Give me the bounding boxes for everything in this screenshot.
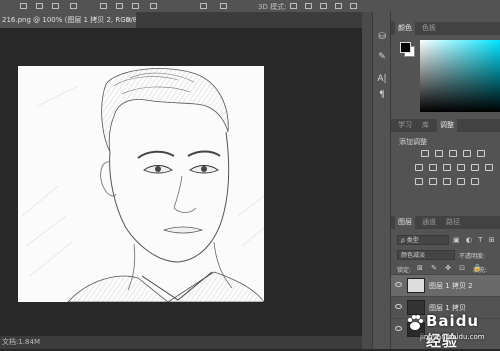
watermark-text: Baidu 经验 [426,312,480,350]
pencil-sketch-portrait-image [18,66,264,302]
photo-filter-icon[interactable] [457,164,465,171]
tab-paths[interactable]: 路径 [443,216,463,229]
3d-rotate-icon[interactable] [290,3,297,9]
paragraph-icon[interactable]: ¶ [377,90,387,100]
gradient-map-icon[interactable] [457,178,465,185]
layer-thumbnail [407,278,425,293]
distribute-icon[interactable] [70,3,77,9]
document-tab[interactable]: 216.png @ 100% (图层 1 拷贝 2, RGB/8) * × [0,12,136,28]
layer-row-selected[interactable]: 图层 1 拷贝 2 [391,274,500,296]
3d-pan-icon[interactable] [320,3,327,9]
color-picker-field[interactable] [420,40,500,112]
3d-mode-label: 3D 模式: [258,3,287,11]
tab-swatches[interactable]: 色板 [419,22,439,35]
document-canvas[interactable] [18,66,264,302]
document-size-text: 文档:1.84M [2,338,40,346]
tab-adjustments[interactable]: 调整 [437,119,457,132]
lock-label: 锁定: [397,267,412,274]
exposure-icon[interactable] [463,150,471,157]
adjust-panel-tabs: 学习 库 调整 [391,119,500,132]
document-tab-bar: 216.png @ 100% (图层 1 拷贝 2, RGB/8) * × [0,12,362,28]
tab-libraries[interactable]: 库 [419,119,432,132]
align-bottom-icon[interactable] [132,3,139,9]
3d-slide-icon[interactable] [335,3,342,9]
distribute-vertical-icon[interactable] [150,3,157,9]
hue-saturation-icon[interactable] [415,164,423,171]
color-lookup-icon[interactable] [485,164,493,171]
tab-learn[interactable]: 学习 [395,119,415,132]
fill-label: 填充: [473,267,488,274]
panel-icon-strip: ⛁ ✎ A| ¶ [372,12,391,349]
layers-panel-tabs: 图层 通道 路径 [391,216,500,229]
baidu-paw-logo [408,315,423,330]
selective-color-icon[interactable] [471,178,479,185]
color-panel-tabs: 颜色 色板 [391,22,500,35]
invert-icon[interactable] [415,178,423,185]
vibrance-icon[interactable] [477,150,485,157]
align-middle-icon[interactable] [116,3,123,9]
auto-align-icon[interactable] [220,3,227,9]
align-center-icon[interactable] [36,3,43,9]
foreground-color-swatch[interactable] [400,42,411,53]
tab-channels[interactable]: 通道 [419,216,439,229]
layer-filter-select[interactable]: ρ 类型 [397,235,449,245]
black-white-icon[interactable] [443,164,451,171]
watermark-url: jingyan.baidu.com [420,333,485,341]
add-adjustment-heading: 添加调整 [399,138,427,146]
levels-icon[interactable] [435,150,443,157]
align-right-icon[interactable] [52,3,59,9]
color-balance-icon[interactable] [429,164,437,171]
align-left-icon[interactable] [20,3,27,9]
tab-color[interactable]: 颜色 [395,22,415,35]
curves-icon[interactable] [449,150,457,157]
layer-filter-icons[interactable]: ▣ ◐ T ⊞ [453,236,497,244]
3d-scale-icon[interactable] [350,3,357,9]
document-tab-title: 216.png @ 100% (图层 1 拷贝 2, RGB/8) * [2,16,136,24]
align-options-icon[interactable] [200,3,207,9]
3d-roll-icon[interactable] [305,3,312,9]
layer-name: 图层 1 拷贝 2 [429,282,473,290]
status-bar: 文档:1.84M [0,336,362,349]
character-icon[interactable]: A| [377,74,387,84]
visibility-eye-icon[interactable] [395,304,402,309]
history-icon[interactable]: ⛁ [377,32,387,42]
brightness-icon[interactable] [421,150,429,157]
close-icon[interactable]: × [126,12,132,28]
threshold-icon[interactable] [443,178,451,185]
right-panels: 颜色 色板 学习 库 调整 添加调整 图层 通道 路径 ρ 类型 ▣ ◐ T ⊞… [391,12,500,349]
align-top-icon[interactable] [100,3,107,9]
tab-layers[interactable]: 图层 [395,216,415,229]
brush-icon[interactable]: ✎ [377,52,387,62]
posterize-icon[interactable] [429,178,437,185]
blend-mode-select[interactable]: 颜色减淡 [397,250,455,260]
visibility-eye-icon[interactable] [395,282,402,287]
channel-mixer-icon[interactable] [471,164,479,171]
opacity-label: 不透明度: [459,253,486,260]
baidu-jingyan-watermark: Baidu 经验 jingyan.baidu.com [386,312,500,350]
panel-gutter [362,12,372,349]
